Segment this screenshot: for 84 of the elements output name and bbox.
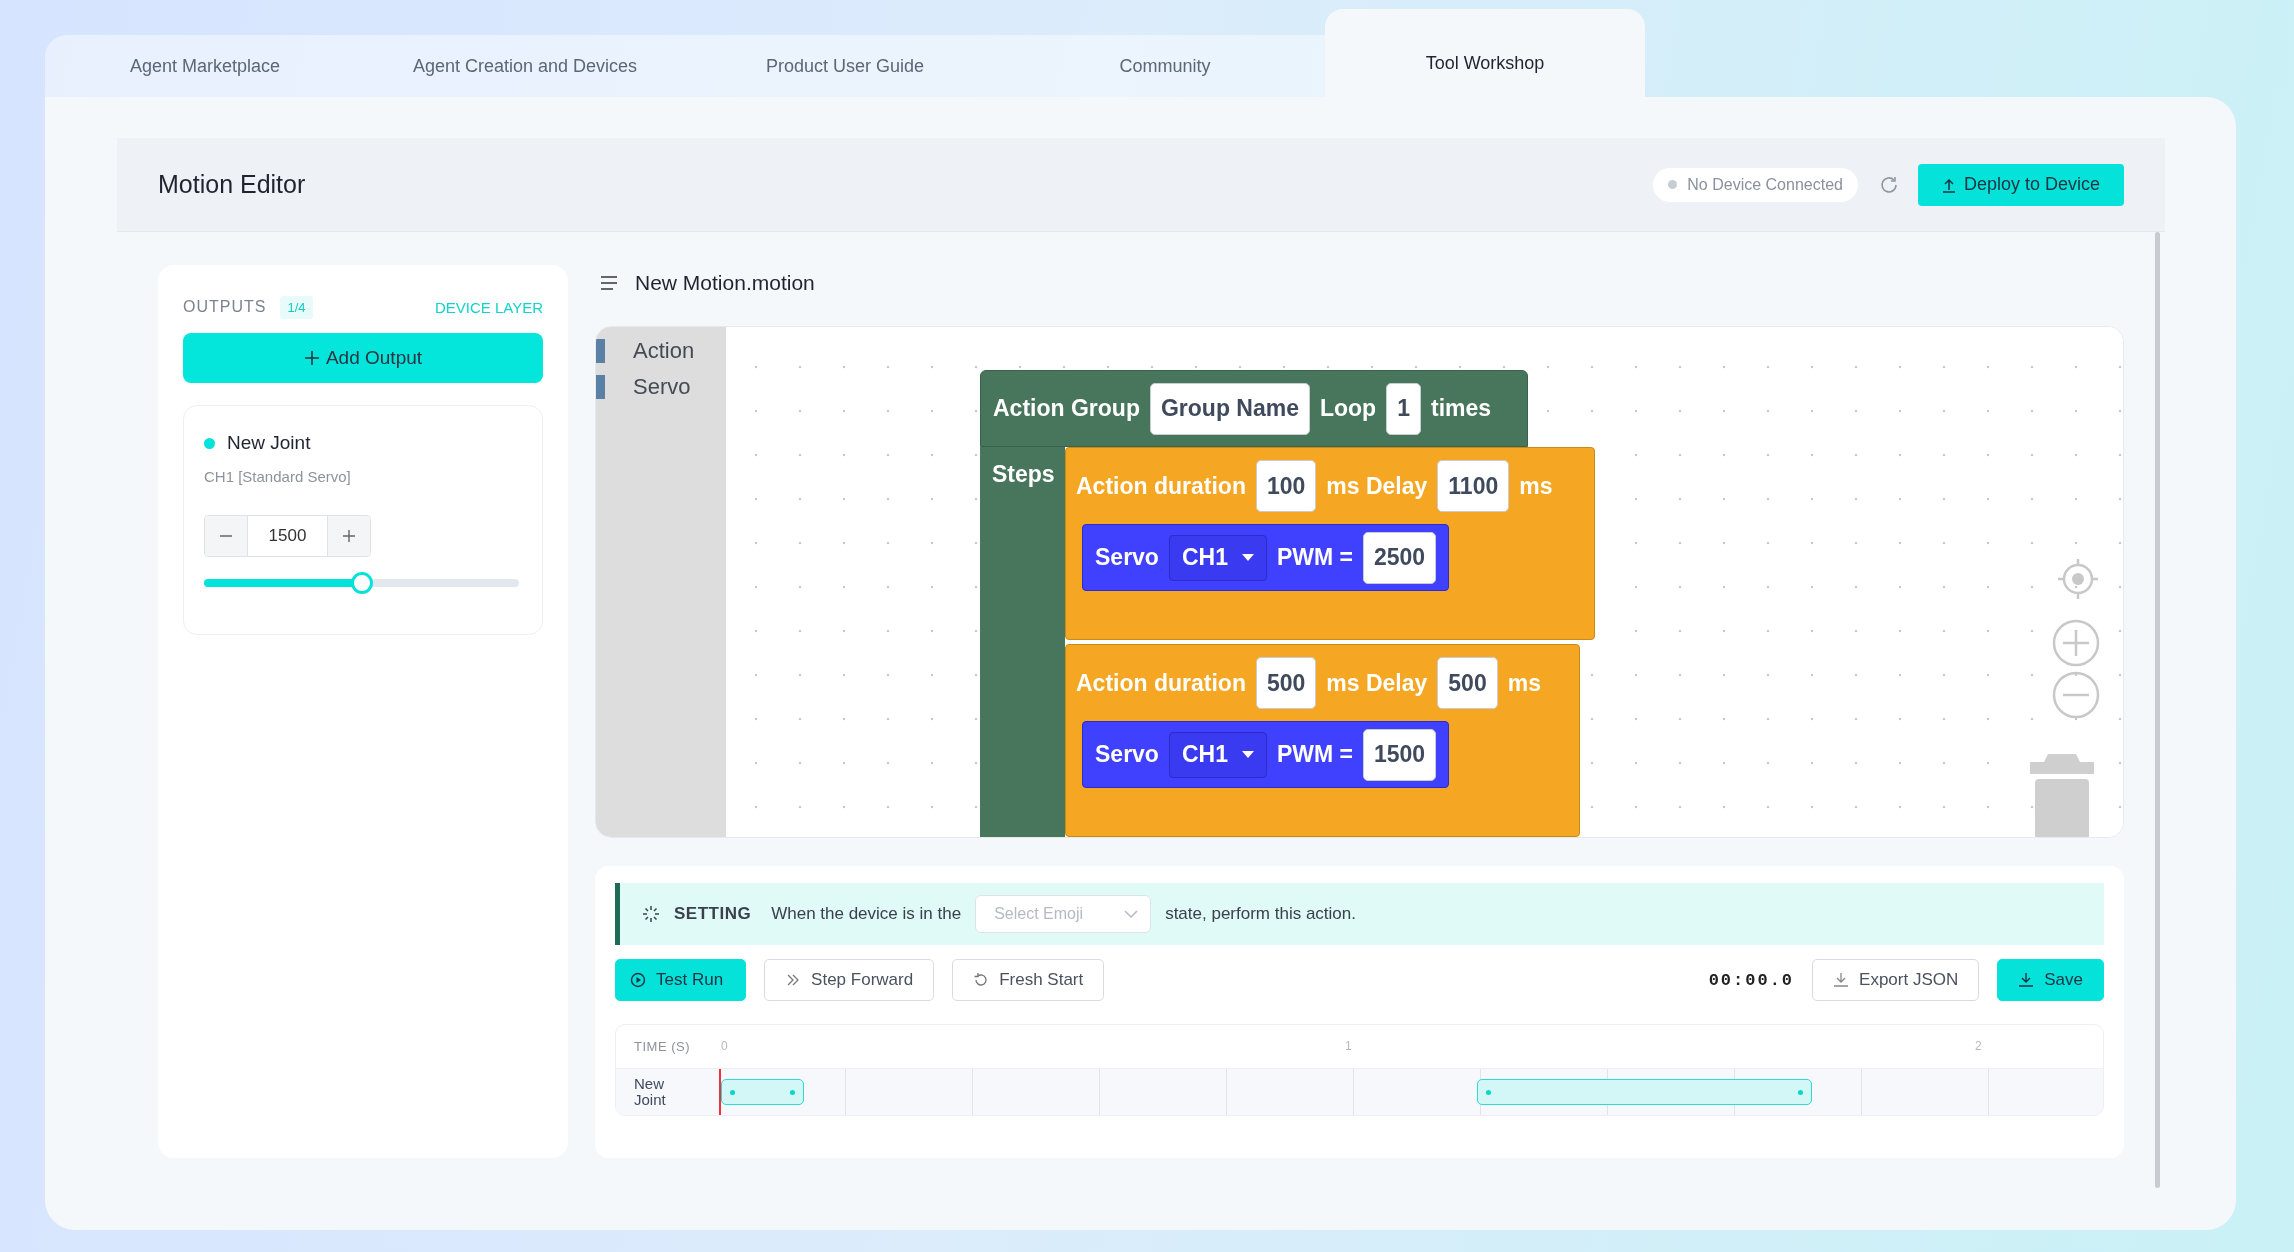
nav-tab[interactable]: Agent Creation and Devices [365, 35, 685, 97]
channel-dropdown[interactable]: CH1 [1168, 534, 1267, 581]
keyframe-clip[interactable] [1477, 1079, 1812, 1105]
setting-label: SETTING [674, 904, 752, 924]
setting-text: state, perform this action. [1165, 904, 1356, 924]
block-label: Action duration [1076, 669, 1246, 697]
zoom-in-icon[interactable] [2052, 619, 2100, 667]
action-group-block[interactable]: Action Group Group Name Loop 1 times [980, 370, 1528, 447]
steps-label: Steps [980, 447, 1065, 837]
elapsed-time: 00:00.0 [1708, 970, 1795, 990]
block-label: ms Delay [1326, 669, 1428, 697]
dropdown-caret-icon [1241, 751, 1254, 758]
refresh-icon[interactable] [1879, 175, 1898, 194]
step-forward-button[interactable]: Step Forward [764, 959, 935, 1001]
channel-dropdown[interactable]: CH1 [1168, 731, 1267, 778]
block-label: Action Group [993, 395, 1140, 422]
output-count: 1/4 [280, 295, 313, 319]
deploy-button[interactable]: Deploy to Device [1917, 163, 2124, 206]
nav-tab[interactable]: Tool Workshop [1325, 9, 1645, 97]
time-axis-label: TIME (S) [634, 1039, 690, 1054]
decrement-button[interactable] [205, 516, 247, 556]
reset-icon [973, 972, 990, 988]
file-name: New Motion.motion [635, 270, 815, 295]
group-name-field[interactable]: Group Name [1149, 382, 1310, 435]
nav-tab[interactable]: Agent Marketplace [45, 35, 365, 97]
track-name: New Joint [634, 1075, 667, 1109]
export-json-button[interactable]: Export JSON [1812, 959, 1980, 1001]
action-step-block[interactable]: Action duration 500 ms Delay 500 ms Servo CH1 PWM = 1500 [1065, 644, 1580, 837]
delay-field[interactable]: 500 [1437, 657, 1498, 709]
block-label: Servo [1095, 741, 1159, 768]
editor-title: Motion Editor [158, 170, 307, 199]
nav-tab[interactable]: Product User Guide [685, 35, 1005, 97]
outputs-heading: OUTPUTS [183, 298, 267, 316]
status-dot [204, 437, 215, 449]
device-status: No Device Connected [1653, 167, 1858, 202]
loop-count-field[interactable]: 1 [1386, 382, 1421, 435]
block-label: PWM = [1276, 544, 1353, 571]
action-step-block[interactable]: Action duration 100 ms Delay 1100 ms Servo CH1 PWM = 2500 [1065, 447, 1595, 640]
block-label: Action duration [1076, 472, 1246, 500]
scrollbar[interactable] [2155, 232, 2160, 1188]
block-label: ms Delay [1326, 472, 1428, 500]
duration-field[interactable]: 100 [1255, 460, 1317, 512]
block-label: PWM = [1276, 741, 1353, 768]
fresh-start-button[interactable]: Fresh Start [952, 959, 1105, 1001]
add-output-button[interactable]: Add Output [183, 333, 543, 383]
servo-block[interactable]: Servo CH1 PWM = 2500 [1082, 524, 1450, 591]
plus-icon [303, 350, 320, 366]
block-label: ms [1519, 472, 1553, 500]
time-tick: 2 [1975, 1039, 1982, 1053]
loading-icon [642, 905, 660, 923]
play-icon [630, 972, 646, 988]
menu-icon[interactable] [601, 274, 617, 291]
increment-button[interactable] [328, 516, 370, 556]
toolbox-category[interactable]: Servo [596, 369, 726, 405]
trash-icon[interactable] [2030, 752, 2094, 837]
save-button[interactable]: Save [1997, 959, 2104, 1001]
nav-tab[interactable]: Community [1005, 35, 1325, 97]
time-tick: 1 [1345, 1039, 1352, 1053]
pwm-field[interactable]: 1500 [1363, 728, 1437, 781]
download-icon [2018, 972, 2035, 988]
upload-icon [1941, 176, 1956, 193]
number-stepper[interactable]: 1500 [204, 515, 371, 557]
toolbox-category[interactable]: Action [596, 333, 726, 369]
servo-block[interactable]: Servo CH1 PWM = 1500 [1082, 721, 1450, 788]
slider-thumb[interactable] [350, 572, 373, 594]
test-run-button[interactable]: Test Run [615, 959, 747, 1001]
joint-name: New Joint [227, 432, 311, 454]
block-label: Servo [1095, 544, 1159, 571]
recenter-icon[interactable] [2056, 557, 2100, 601]
block-label: ms [1507, 669, 1541, 697]
block-label: Loop [1319, 395, 1377, 422]
time-tick: 0 [721, 1039, 728, 1053]
duration-field[interactable]: 500 [1255, 657, 1317, 709]
zoom-out-icon[interactable] [2052, 671, 2100, 719]
chevron-down-icon [1124, 909, 1139, 919]
pwm-field[interactable]: 2500 [1363, 531, 1437, 584]
download-icon [1833, 972, 1850, 988]
joint-channel: CH1 [Standard Servo] [204, 468, 352, 485]
dropdown-caret-icon [1241, 554, 1254, 561]
keyframe-clip[interactable] [721, 1079, 804, 1105]
block-label: times [1430, 395, 1492, 422]
setting-text: When the device is in the [771, 904, 962, 924]
delay-field[interactable]: 1100 [1437, 460, 1510, 512]
plus-icon [342, 529, 356, 543]
